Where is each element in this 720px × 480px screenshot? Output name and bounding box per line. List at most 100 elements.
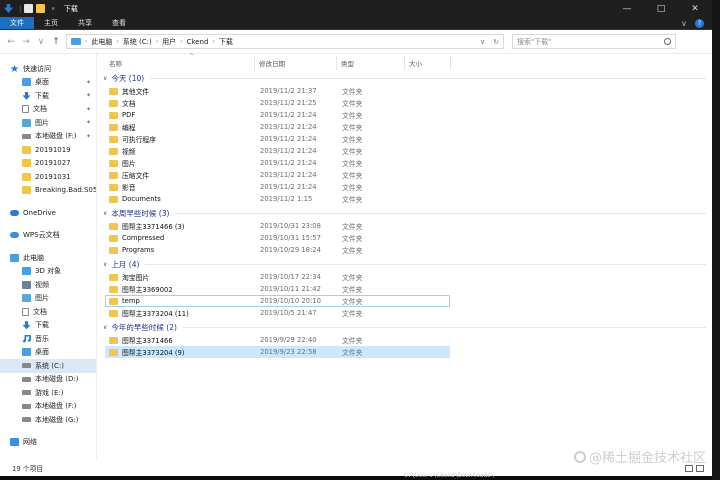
tab-file[interactable]: 文件 (0, 17, 34, 29)
help-icon[interactable]: ? (695, 18, 704, 28)
file-list[interactable]: ^ 名称 修改日期 类型 大小 ∨ 今天 (10) 其他文件 2019/11/2 21… (97, 53, 712, 459)
table-row[interactable]: 图帮主3373204 (9) 2019/9/23 22:58 文件夹 (105, 346, 450, 358)
table-row[interactable]: 影音 2019/11/2 21:24 文件夹 (105, 181, 450, 193)
sidebar-item-desktop[interactable]: 桌面 ✦ (0, 76, 96, 90)
recent-locations-icon[interactable]: ∨ (36, 37, 46, 47)
file-name-cell: 影音 (106, 182, 256, 192)
sidebar-item-quick-access[interactable]: 快速访问 (0, 62, 96, 76)
sidebar-item-breaking-bad[interactable]: Breaking.Bad.S05. (0, 184, 96, 198)
forward-arrow-icon[interactable]: → (21, 37, 31, 47)
sidebar-item-videos[interactable]: 视频 (0, 278, 96, 292)
table-row[interactable]: 视频 2019/11/2 21:24 文件夹 (105, 145, 450, 157)
download-icon (22, 91, 31, 100)
column-header-name[interactable]: 名称 (105, 56, 255, 70)
group-header[interactable]: ∨ 上月 (4) (97, 258, 712, 271)
column-header-size[interactable]: 大小 (405, 56, 451, 70)
crumb-this-pc[interactable]: 此电脑 (91, 37, 112, 47)
navigation-pane[interactable]: 快速访问 桌面 ✦ 下载 ✦ 文档 ✦ 图片 ✦ 本地磁盘 (F:) ✦ 20191019… (0, 54, 96, 459)
sidebar-item-drive-f[interactable]: 本地磁盘 (F:) ✦ (0, 130, 96, 144)
group-caret-icon[interactable]: ∨ (103, 210, 107, 217)
new-folder-icon[interactable] (36, 4, 46, 13)
sidebar-item-pictures[interactable]: 图片 ✦ (0, 116, 96, 130)
tab-home[interactable]: 主页 (34, 17, 68, 29)
tab-share[interactable]: 共享 (68, 17, 102, 29)
refresh-icon[interactable]: ↻ (493, 38, 499, 46)
column-header-type[interactable]: 类型 (337, 56, 405, 70)
search-icon[interactable] (664, 38, 671, 45)
pin-icon: ✦ (85, 105, 91, 113)
table-row[interactable]: 编程 2019/11/2 21:24 文件夹 (105, 121, 450, 133)
crumb-separator-icon[interactable]: › (85, 38, 87, 45)
sidebar-item-20191031[interactable]: 20191031 (0, 170, 96, 184)
close-button[interactable]: ✕ (678, 0, 712, 17)
group-header[interactable]: ∨ 本周早些时候 (3) (97, 207, 712, 220)
file-name: 可执行程序 (122, 136, 156, 144)
table-row[interactable]: temp 2019/10/10 20:10 文件夹 (105, 295, 450, 307)
sidebar-item-system-c[interactable]: 系统 (C:) (0, 359, 96, 373)
table-row[interactable]: 压缩文件 2019/11/2 21:24 文件夹 (105, 169, 450, 181)
crumb-separator-icon[interactable]: › (212, 38, 214, 45)
group-caret-icon[interactable]: ∨ (103, 261, 107, 268)
tab-view[interactable]: 查看 (102, 17, 136, 29)
column-header-date[interactable]: 修改日期 (255, 56, 337, 70)
file-name: 淘宝图片 (122, 274, 150, 282)
address-bar[interactable]: › 此电脑 › 系统 (C:) › 用户 › Ckend › 下载 ∨ ↻ (66, 34, 504, 49)
table-row[interactable]: 图帮主3371466 (3) 2019/10/31 23:08 文件夹 (105, 220, 450, 232)
table-row[interactable]: 其他文件 2019/11/2 21:37 文件夹 (105, 85, 450, 97)
crumb-downloads[interactable]: 下载 (219, 37, 233, 47)
crumb-users[interactable]: 用户 (162, 37, 176, 47)
address-dropdown-icon[interactable]: ∨ (480, 38, 485, 46)
sidebar-item-3d-objects[interactable]: 3D 对象 (0, 265, 96, 279)
sidebar-item-20191027[interactable]: 20191027 (0, 157, 96, 171)
table-row[interactable]: 图片 2019/11/2 21:24 文件夹 (105, 157, 450, 169)
sidebar-item-documents[interactable]: 文档 ✦ (0, 103, 96, 117)
group-caret-icon[interactable]: ∨ (103, 75, 107, 82)
table-row[interactable]: 图帮主3371466 2019/9/29 22:40 文件夹 (105, 334, 450, 346)
sidebar-item-downloads[interactable]: 下载 ✦ (0, 89, 96, 103)
sidebar-item-pc-documents[interactable]: 文档 (0, 305, 96, 319)
group-divider (182, 327, 706, 328)
network-icon (10, 438, 19, 447)
crumb-separator-icon[interactable]: › (156, 38, 158, 45)
crumb-system-c[interactable]: 系统 (C:) (123, 37, 152, 47)
table-row[interactable]: 图帮主3369002 2019/10/11 21:42 文件夹 (105, 283, 450, 295)
table-row[interactable]: Programs 2019/10/29 18:24 文件夹 (105, 244, 450, 256)
search-input[interactable]: 搜索"下载" (512, 34, 676, 49)
crumb-separator-icon[interactable]: › (180, 38, 182, 45)
sidebar-item-network[interactable]: 网络 (0, 436, 96, 450)
table-row[interactable]: 文档 2019/11/2 21:25 文件夹 (105, 97, 450, 109)
sidebar-item-pc-downloads[interactable]: 下载 (0, 319, 96, 333)
table-row[interactable]: Documents 2019/11/2 1:15 文件夹 (105, 193, 450, 205)
sidebar-item-pc-drive-f[interactable]: 本地磁盘 (F:) (0, 400, 96, 414)
sidebar-item-drive-e[interactable]: 游戏 (E:) (0, 386, 96, 400)
back-arrow-icon[interactable]: ← (6, 37, 16, 47)
sidebar-item-music[interactable]: 音乐 (0, 332, 96, 346)
sidebar-item-wps[interactable]: WPS云文档 (0, 229, 96, 243)
group-caret-icon[interactable]: ∨ (103, 324, 107, 331)
table-row[interactable]: 可执行程序 2019/11/2 21:24 文件夹 (105, 133, 450, 145)
sidebar-item-this-pc[interactable]: 此电脑 (0, 251, 96, 265)
table-row[interactable]: 图帮主3373204 (11) 2019/10/5 21:47 文件夹 (105, 307, 450, 319)
sidebar-item-20191019[interactable]: 20191019 (0, 143, 96, 157)
group-header[interactable]: ∨ 今天 (10) (97, 72, 712, 85)
sidebar-item-drive-g[interactable]: 本地磁盘 (G:) (0, 413, 96, 427)
file-date: 2019/11/2 21:25 (260, 99, 317, 107)
quick-access-dropdown-icon[interactable]: ▾ (51, 5, 55, 13)
ribbon-tabs: 文件 主页 共享 查看 ∨ ? (0, 17, 712, 30)
sidebar-item-pc-pictures[interactable]: 图片 (0, 292, 96, 306)
sidebar-item-drive-d[interactable]: 本地磁盘 (D:) (0, 373, 96, 387)
file-name-cell: 可执行程序 (106, 134, 256, 144)
sidebar-item-onedrive[interactable]: OneDrive (0, 206, 96, 220)
table-row[interactable]: PDF 2019/11/2 21:24 文件夹 (105, 109, 450, 121)
maximize-button[interactable]: □ (644, 0, 678, 17)
crumb-separator-icon[interactable]: › (116, 38, 118, 45)
expand-ribbon-icon[interactable]: ∨ (681, 19, 687, 28)
up-arrow-icon[interactable]: ↑ (51, 37, 61, 47)
minimize-button[interactable]: — (610, 0, 644, 17)
sidebar-item-pc-desktop[interactable]: 桌面 (0, 346, 96, 360)
table-row[interactable]: 淘宝图片 2019/10/17 22:34 文件夹 (105, 271, 450, 283)
group-header[interactable]: ∨ 今年的早些时候 (2) (97, 321, 712, 334)
crumb-ckend[interactable]: Ckend (187, 38, 209, 46)
table-row[interactable]: Compressed 2019/10/31 15:57 文件夹 (105, 232, 450, 244)
properties-icon[interactable] (24, 4, 34, 13)
